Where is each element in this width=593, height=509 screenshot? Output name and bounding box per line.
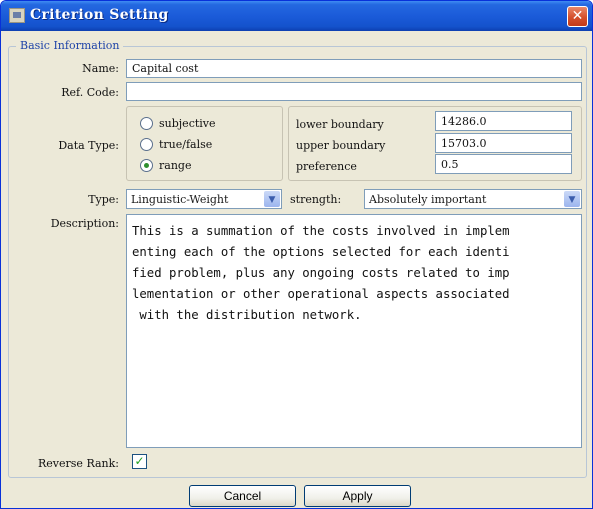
type-dropdown[interactable]: Linguistic-Weight ▼: [126, 189, 282, 209]
preference-label: preference: [296, 160, 357, 173]
close-icon: ✕: [571, 8, 584, 24]
strength-label: strength:: [290, 193, 342, 206]
type-dropdown-value: Linguistic-Weight: [131, 193, 229, 206]
upper-boundary-field[interactable]: 15703.0: [435, 133, 572, 153]
radio-selected-dot: [144, 163, 149, 168]
title-bar[interactable]: Criterion Setting ✕: [1, 1, 592, 31]
preference-field[interactable]: 0.5: [435, 154, 572, 174]
lower-boundary-field[interactable]: 14286.0: [435, 111, 572, 131]
window-title: Criterion Setting: [30, 7, 169, 23]
lower-boundary-label: lower boundary: [296, 118, 384, 131]
name-label: Name:: [82, 62, 119, 75]
radio-subjective[interactable]: [140, 117, 153, 130]
ref-code-field[interactable]: [126, 82, 582, 101]
description-textarea[interactable]: This is a summation of the costs involve…: [126, 214, 582, 448]
data-type-label: Data Type:: [58, 139, 119, 152]
radio-range[interactable]: [140, 159, 153, 172]
group-legend: Basic Information: [16, 39, 124, 52]
checkmark-icon: ✓: [134, 454, 145, 468]
java-app-icon: [9, 8, 25, 23]
close-button[interactable]: ✕: [567, 6, 588, 27]
reverse-rank-checkbox[interactable]: ✓: [132, 454, 147, 469]
cancel-button[interactable]: Cancel: [189, 485, 296, 507]
radio-subjective-label: subjective: [159, 117, 216, 130]
radio-true-false-label: true/false: [159, 138, 213, 151]
criterion-setting-dialog: Criterion Setting ✕ Basic Information Na…: [0, 0, 593, 509]
description-label: Description:: [50, 217, 119, 230]
radio-true-false[interactable]: [140, 138, 153, 151]
strength-dropdown[interactable]: Absolutely important ▼: [364, 189, 582, 209]
radio-range-label: range: [159, 159, 192, 172]
name-field[interactable]: Capital cost: [126, 59, 582, 78]
chevron-down-icon[interactable]: ▼: [264, 191, 280, 207]
strength-dropdown-value: Absolutely important: [369, 193, 487, 206]
ref-code-label: Ref. Code:: [61, 86, 119, 99]
type-label: Type:: [88, 193, 119, 206]
upper-boundary-label: upper boundary: [296, 139, 386, 152]
apply-button[interactable]: Apply: [304, 485, 411, 507]
chevron-down-icon[interactable]: ▼: [564, 191, 580, 207]
reverse-rank-label: Reverse Rank:: [38, 457, 119, 470]
